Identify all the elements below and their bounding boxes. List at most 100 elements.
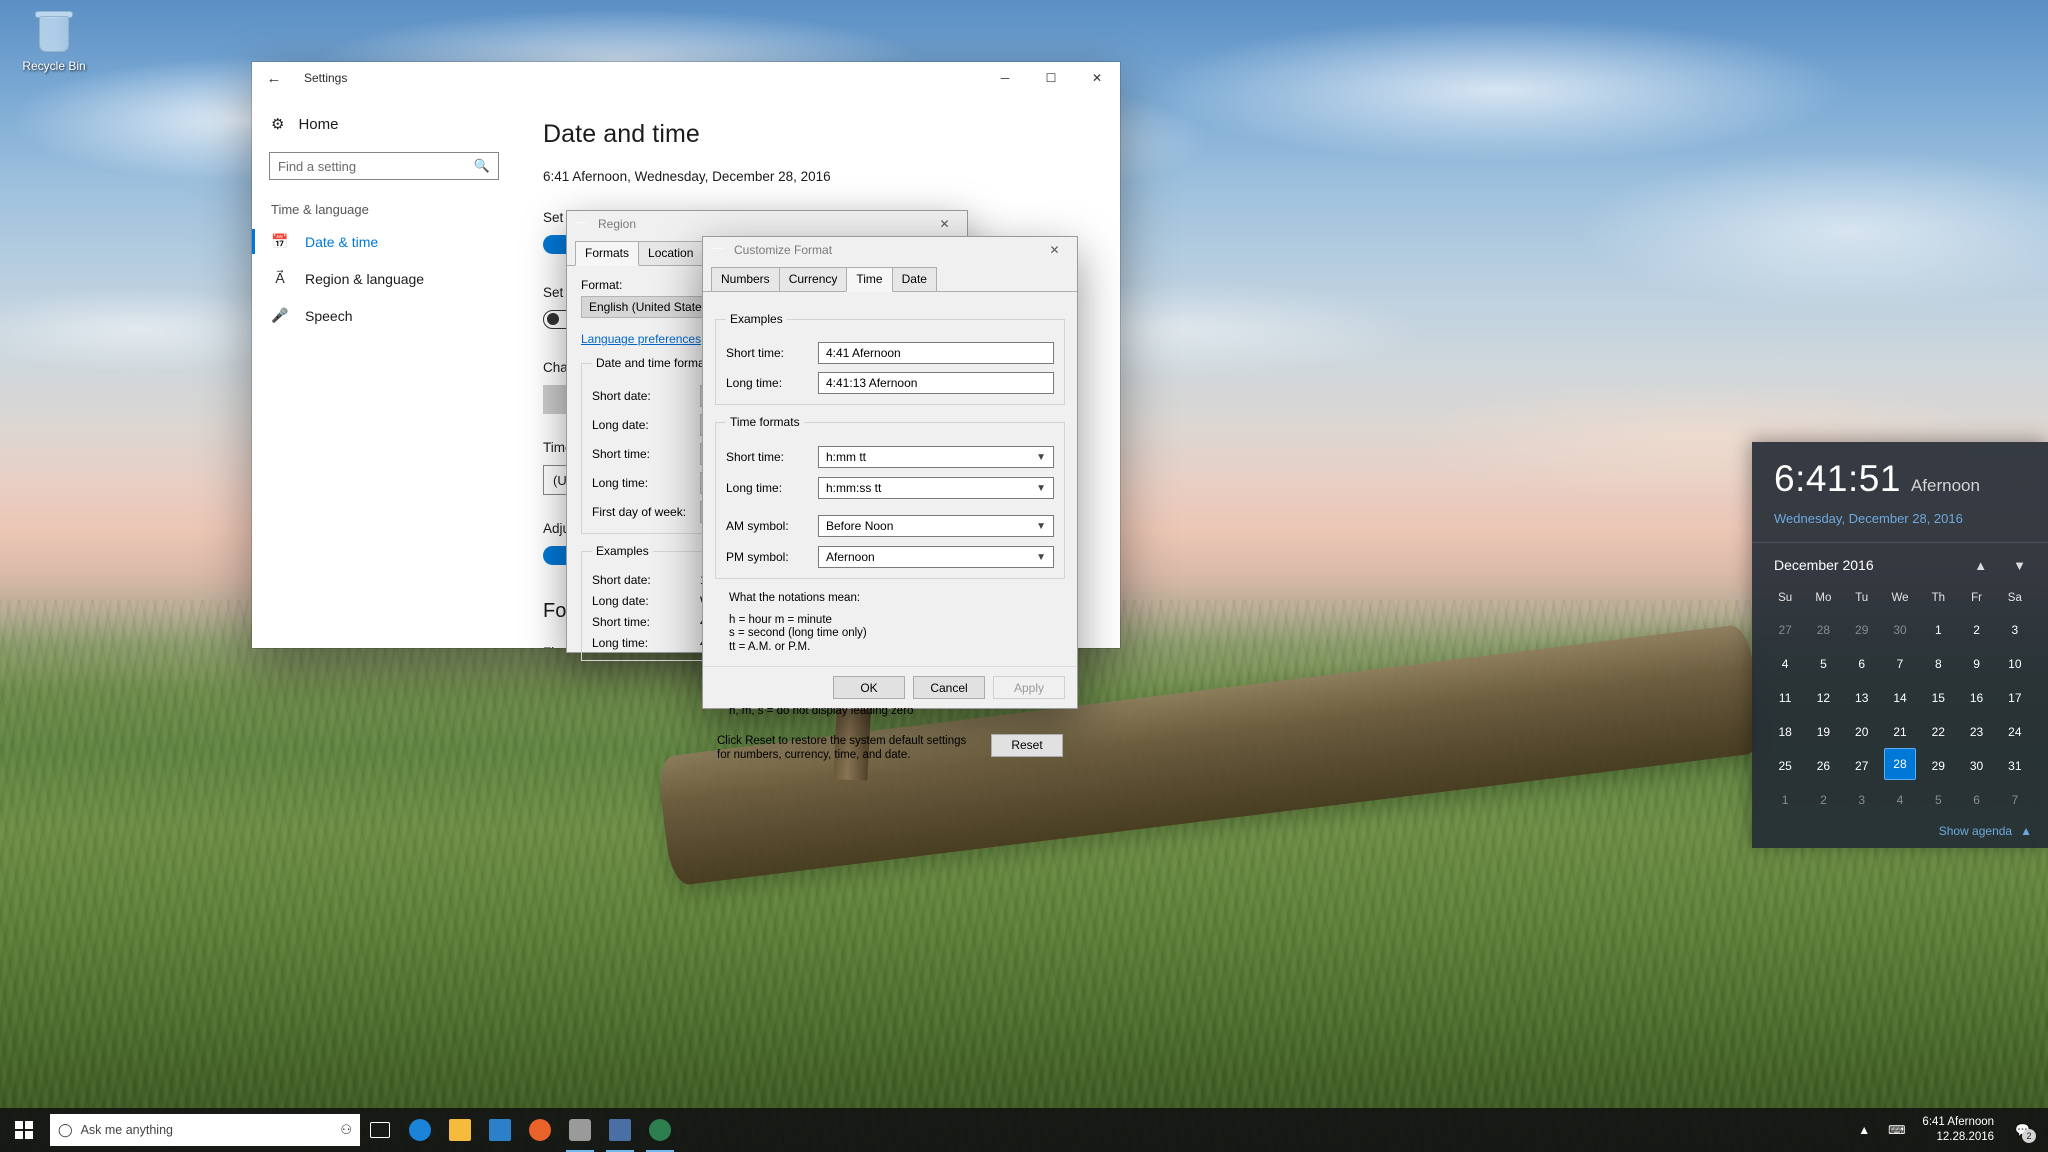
calendar-day[interactable]: 13 [1843, 681, 1881, 715]
calendar-day[interactable]: 3 [1996, 613, 2034, 647]
pm-symbol-row[interactable]: PM symbol: Afernoon ▼ [726, 546, 1054, 568]
calendar-day[interactable]: 27 [1766, 613, 1804, 647]
calendar-month-year[interactable]: December 2016 [1774, 557, 1874, 573]
calendar-day[interactable]: 11 [1766, 681, 1804, 715]
taskbar-app-customize-format[interactable] [640, 1108, 680, 1152]
settings-titlebar[interactable]: ← Settings ─ ☐ ✕ [252, 62, 1120, 94]
calendar-day[interactable]: 25 [1766, 749, 1804, 783]
calendar-day[interactable]: 30 [1881, 613, 1919, 647]
am-symbol-dropdown[interactable]: Before Noon ▼ [818, 515, 1054, 537]
calendar-day[interactable]: 10 [1996, 647, 2034, 681]
chevron-up-icon[interactable]: ▲ [1974, 558, 1987, 573]
reset-button[interactable]: Reset [991, 733, 1063, 757]
apply-button[interactable]: Apply [993, 676, 1065, 699]
calendar-day[interactable]: 22 [1919, 715, 1957, 749]
show-agenda-row[interactable]: Show agenda ▲ [1939, 824, 2032, 838]
calendar-day[interactable]: 3 [1843, 783, 1881, 817]
am-symbol-row[interactable]: AM symbol: Before Noon ▼ [726, 515, 1054, 537]
tab-time[interactable]: Time [846, 267, 893, 292]
taskbar-search-box[interactable]: ◯ Ask me anything ⚇ [50, 1114, 360, 1146]
calendar-day[interactable]: 15 [1919, 681, 1957, 715]
calendar-day[interactable]: 6 [1957, 783, 1995, 817]
calendar-day[interactable]: 23 [1957, 715, 1995, 749]
calendar-day[interactable]: 29 [1919, 749, 1957, 783]
show-hidden-icons-button[interactable]: ▲ [1849, 1108, 1879, 1152]
region-titlebar[interactable]: Region ✕ [567, 211, 967, 237]
sidebar-item-date-time[interactable]: 📅 Date & time [252, 223, 517, 260]
calendar-day[interactable]: 31 [1996, 749, 2034, 783]
calendar-grid[interactable]: Su Mo Tu We Th Fr Sa 27 28 29 30 1 2 3 4… [1752, 583, 2048, 817]
short-time-row[interactable]: Short time: h:mm tt ▼ [726, 446, 1054, 468]
desktop-icon-recycle-bin[interactable]: Recycle Bin [10, 8, 98, 73]
taskbar-app-region[interactable] [600, 1108, 640, 1152]
calendar-day[interactable]: 24 [1996, 715, 2034, 749]
calendar-day[interactable]: 27 [1843, 749, 1881, 783]
long-time-row[interactable]: Long time: h:mm:ss tt ▼ [726, 477, 1054, 499]
calendar-day[interactable]: 2 [1957, 613, 1995, 647]
touch-keyboard-button[interactable]: ⌨ [1879, 1108, 1914, 1152]
minimize-button[interactable]: ─ [982, 62, 1028, 94]
clock-calendar-flyout[interactable]: 6:41:51 Afernoon Wednesday, December 28,… [1752, 442, 2048, 848]
tab-formats[interactable]: Formats [575, 241, 640, 266]
taskbar-app-store[interactable] [480, 1108, 520, 1152]
taskbar-app-firefox[interactable] [520, 1108, 560, 1152]
ok-button[interactable]: OK [833, 676, 905, 699]
short-time-format-dropdown[interactable]: h:mm tt ▼ [818, 446, 1054, 468]
calendar-day[interactable]: 9 [1957, 647, 1995, 681]
settings-search-box[interactable]: 🔍 [269, 152, 499, 180]
close-button[interactable]: ✕ [1074, 62, 1120, 94]
taskbar-app-edge[interactable] [400, 1108, 440, 1152]
settings-sidebar[interactable]: ⚙ Home 🔍 Time & language 📅 Date & time A… [252, 94, 517, 648]
taskbar-clock[interactable]: 6:41 Afernoon 12.28.2016 [1914, 1115, 2006, 1145]
calendar-day[interactable]: 5 [1919, 783, 1957, 817]
calendar-day[interactable]: 7 [1881, 647, 1919, 681]
taskbar-app-settings[interactable] [560, 1108, 600, 1152]
show-agenda-label[interactable]: Show agenda [1939, 824, 2012, 838]
customize-format-dialog[interactable]: Customize Format ✕ Numbers Currency Time… [702, 236, 1078, 761]
calendar-day[interactable]: 1 [1766, 783, 1804, 817]
close-icon[interactable]: ✕ [922, 211, 967, 237]
calendar-day[interactable]: 20 [1843, 715, 1881, 749]
cancel-button[interactable]: Cancel [913, 676, 985, 699]
chevron-up-icon[interactable]: ▲ [2020, 824, 2032, 838]
pm-symbol-dropdown[interactable]: Afernoon ▼ [818, 546, 1054, 568]
calendar-day[interactable]: 30 [1957, 749, 1995, 783]
calendar-day-today[interactable]: 28 [1883, 748, 1916, 780]
calendar-day[interactable]: 5 [1804, 647, 1842, 681]
system-tray[interactable]: ▲ ⌨ 6:41 Afernoon 12.28.2016 💬 2 [1849, 1108, 2048, 1152]
chevron-down-icon[interactable]: ▼ [2013, 558, 2026, 573]
calendar-day[interactable]: 28 [1804, 613, 1842, 647]
calendar-day[interactable]: 1 [1919, 613, 1957, 647]
calendar-day[interactable]: 21 [1881, 715, 1919, 749]
calendar-day[interactable]: 26 [1804, 749, 1842, 783]
taskbar-app-file-explorer[interactable] [440, 1108, 480, 1152]
calendar-day[interactable]: 29 [1843, 613, 1881, 647]
task-view-icon[interactable] [360, 1108, 400, 1152]
long-time-format-dropdown[interactable]: h:mm:ss tt ▼ [818, 477, 1054, 499]
calendar-day[interactable]: 17 [1996, 681, 2034, 715]
search-input[interactable] [270, 158, 474, 174]
customize-titlebar[interactable]: Customize Format ✕ [703, 237, 1077, 263]
customize-tabstrip[interactable]: Numbers Currency Time Date [703, 267, 1077, 292]
sidebar-item-speech[interactable]: 🎤 Speech [252, 297, 517, 334]
calendar-day[interactable]: 12 [1804, 681, 1842, 715]
calendar-day[interactable]: 14 [1881, 681, 1919, 715]
tab-location[interactable]: Location [638, 241, 704, 265]
calendar-day[interactable]: 2 [1804, 783, 1842, 817]
calendar-day[interactable]: 8 [1919, 647, 1957, 681]
close-icon[interactable]: ✕ [1032, 237, 1077, 263]
taskbar[interactable]: ◯ Ask me anything ⚇ ▲ ⌨ 6:41 Afernoon 12… [0, 1108, 2048, 1152]
calendar-day[interactable]: 7 [1996, 783, 2034, 817]
back-arrow-icon[interactable]: ← [252, 62, 296, 94]
calendar-day[interactable]: 19 [1804, 715, 1842, 749]
sidebar-item-region-language[interactable]: A⃗ Region & language [252, 260, 517, 297]
start-button[interactable] [0, 1108, 48, 1152]
window-controls[interactable]: ─ ☐ ✕ [982, 62, 1120, 94]
tab-currency[interactable]: Currency [778, 267, 848, 291]
calendar-day[interactable]: 4 [1766, 647, 1804, 681]
tab-date[interactable]: Date [891, 267, 937, 291]
microphone-icon[interactable]: ⚇ [340, 1122, 352, 1138]
language-preferences-link[interactable]: Language preferences [581, 332, 701, 346]
calendar-day[interactable]: 18 [1766, 715, 1804, 749]
sidebar-item-home[interactable]: ⚙ Home [252, 108, 517, 140]
